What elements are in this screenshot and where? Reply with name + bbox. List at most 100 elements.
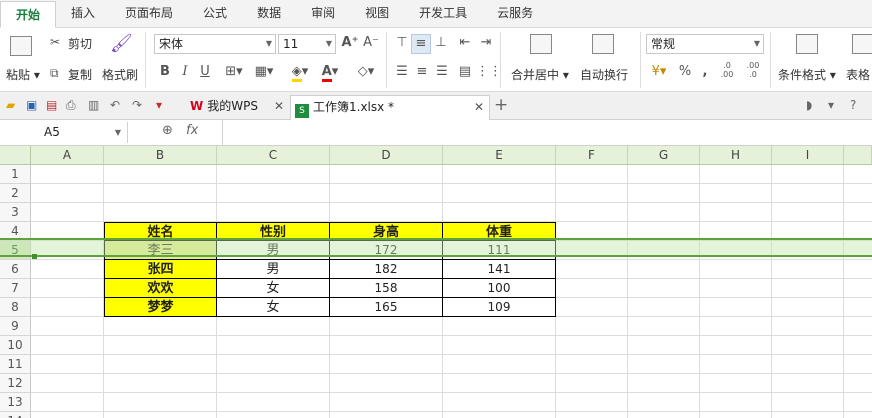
clear-format-icon[interactable]: ◇▾ <box>352 63 380 81</box>
row-header-10[interactable]: 10 <box>0 336 31 355</box>
new-tab-icon[interactable]: + <box>494 95 508 115</box>
column-header-c[interactable]: C <box>217 146 330 165</box>
print-icon[interactable]: ⎙ <box>66 98 76 113</box>
fill-color-icon[interactable]: ◈▾ <box>286 63 314 82</box>
menu-tab-home[interactable]: 开始 <box>0 1 57 28</box>
row-header-12[interactable]: 12 <box>0 374 31 393</box>
formula-input[interactable] <box>224 123 864 143</box>
column-header-e[interactable]: E <box>443 146 556 165</box>
row-header-8[interactable]: 8 <box>0 298 31 317</box>
align-left-icon[interactable]: ☰ <box>392 63 412 81</box>
wrap-text-button[interactable]: 自动换行 <box>580 66 628 83</box>
menu-tab-developer[interactable]: 开发工具 <box>404 0 482 27</box>
table-cell[interactable]: 165 <box>330 298 443 317</box>
menu-tab-cloud[interactable]: 云服务 <box>482 0 548 27</box>
comma-button[interactable]: , <box>698 63 712 81</box>
row-header-9[interactable]: 9 <box>0 317 31 336</box>
table-cell[interactable]: 158 <box>330 279 443 298</box>
row-header-3[interactable]: 3 <box>0 203 31 222</box>
merge-center-icon[interactable] <box>530 34 552 54</box>
menu-tab-review[interactable]: 审阅 <box>296 0 350 27</box>
column-header-i[interactable]: I <box>772 146 844 165</box>
font-name-select[interactable]: 宋体 ▼ <box>154 34 276 54</box>
save-icon[interactable]: ▣ <box>26 98 37 112</box>
table-cell[interactable]: 梦梦 <box>104 298 217 317</box>
row-header-1[interactable]: 1 <box>0 165 31 184</box>
undo-icon[interactable]: ↶ <box>110 98 120 112</box>
menu-tab-view[interactable]: 视图 <box>350 0 404 27</box>
table-cell[interactable]: 182 <box>330 260 443 279</box>
decrease-indent-icon[interactable]: ⇤ <box>455 34 475 52</box>
fill-handle[interactable] <box>32 254 37 259</box>
number-format-select[interactable]: 常规 ▼ <box>646 34 764 54</box>
bold-icon[interactable]: B <box>156 63 174 81</box>
cut-button[interactable]: 剪切 <box>68 35 92 52</box>
copy-button[interactable]: 复制 <box>68 66 92 83</box>
align-top-icon[interactable]: ⊤ <box>392 34 412 52</box>
redo-icon[interactable]: ↷ <box>132 98 142 112</box>
close-icon[interactable]: ✕ <box>474 96 484 119</box>
tab-workbook[interactable]: S 工作簿1.xlsx * ✕ <box>290 95 490 120</box>
table-cell[interactable]: 欢欢 <box>104 279 217 298</box>
table-cell[interactable]: 男 <box>217 260 330 279</box>
scissors-icon[interactable]: ✂ <box>50 35 60 49</box>
open-folder-icon[interactable]: ▰ <box>6 98 15 112</box>
table-cell[interactable]: 141 <box>443 260 556 279</box>
align-right-icon[interactable]: ☰ <box>432 63 452 81</box>
row-header-14[interactable]: 14 <box>0 412 31 418</box>
menu-tab-formulas[interactable]: 公式 <box>188 0 242 27</box>
table-cell[interactable]: 100 <box>443 279 556 298</box>
table-cell[interactable]: 张四 <box>104 260 217 279</box>
row-header-13[interactable]: 13 <box>0 393 31 412</box>
increase-indent-icon[interactable]: ⇥ <box>476 34 496 52</box>
format-painter-button[interactable]: 格式刷 <box>102 66 138 83</box>
function-button[interactable]: fx <box>186 123 198 138</box>
close-icon[interactable]: ✕ <box>274 95 284 118</box>
menu-tab-data[interactable]: 数据 <box>242 0 296 27</box>
justify-icon[interactable]: ▤ <box>455 63 475 81</box>
column-header-d[interactable]: D <box>330 146 443 165</box>
copy-icon[interactable]: ⧉ <box>50 66 59 81</box>
wrap-text-icon[interactable] <box>592 34 614 54</box>
grid-borders-icon[interactable]: ▦▾ <box>250 63 278 81</box>
italic-icon[interactable]: I <box>176 63 194 81</box>
percent-button[interactable]: % <box>676 63 694 81</box>
table-cell[interactable]: 109 <box>443 298 556 317</box>
conditional-format-icon[interactable] <box>796 34 818 54</box>
help-icon[interactable]: ? <box>850 98 856 112</box>
underline-icon[interactable]: U <box>196 63 214 81</box>
increase-decimal-button[interactable]: .0 .00 <box>716 61 738 79</box>
increase-font-icon[interactable]: A⁺ <box>340 34 360 52</box>
font-color-icon[interactable]: A▾ <box>316 63 344 82</box>
column-header-b[interactable]: B <box>104 146 217 165</box>
spreadsheet-grid[interactable]: ABCDEFGHI 1234567891011121314 姓名性别身高体重李三… <box>0 146 872 418</box>
column-header-g[interactable]: G <box>628 146 700 165</box>
row-header-6[interactable]: 6 <box>0 260 31 279</box>
currency-icon[interactable]: ¥▾ <box>646 63 672 81</box>
paste-icon[interactable] <box>10 36 32 56</box>
decrease-decimal-button[interactable]: .00 .0 <box>742 61 764 79</box>
borders-icon[interactable]: ⊞▾ <box>220 63 248 81</box>
align-bottom-icon[interactable]: ⊥ <box>431 34 451 52</box>
select-all-corner[interactable] <box>0 146 31 165</box>
column-header-a[interactable]: A <box>31 146 104 165</box>
menu-tab-page-layout[interactable]: 页面布局 <box>110 0 188 27</box>
row-header-11[interactable]: 11 <box>0 355 31 374</box>
export-pdf-icon[interactable]: ▤ <box>46 98 57 112</box>
tab-my-wps[interactable]: W 我的WPS ✕ <box>186 95 288 120</box>
paste-button[interactable]: 粘贴 ▾ <box>6 66 40 83</box>
document-icon[interactable]: ◗ <box>806 98 812 112</box>
table-cell[interactable]: 女 <box>217 279 330 298</box>
decrease-font-icon[interactable]: A⁻ <box>361 34 381 52</box>
column-header-h[interactable]: H <box>700 146 772 165</box>
format-painter-icon[interactable]: 🖌 <box>110 33 133 54</box>
print-preview-icon[interactable]: ▥ <box>88 98 99 112</box>
table-style-button[interactable]: 表格 <box>846 66 870 83</box>
align-middle-icon[interactable]: ≡ <box>411 34 431 54</box>
font-size-select[interactable]: 11 ▼ <box>278 34 336 54</box>
align-center-icon[interactable]: ≡ <box>412 63 432 81</box>
table-cell[interactable]: 女 <box>217 298 330 317</box>
name-box[interactable]: A5 ▼ <box>0 122 128 143</box>
column-header-f[interactable]: F <box>556 146 628 165</box>
customize-toolbar-icon[interactable]: ▾ <box>156 98 162 112</box>
